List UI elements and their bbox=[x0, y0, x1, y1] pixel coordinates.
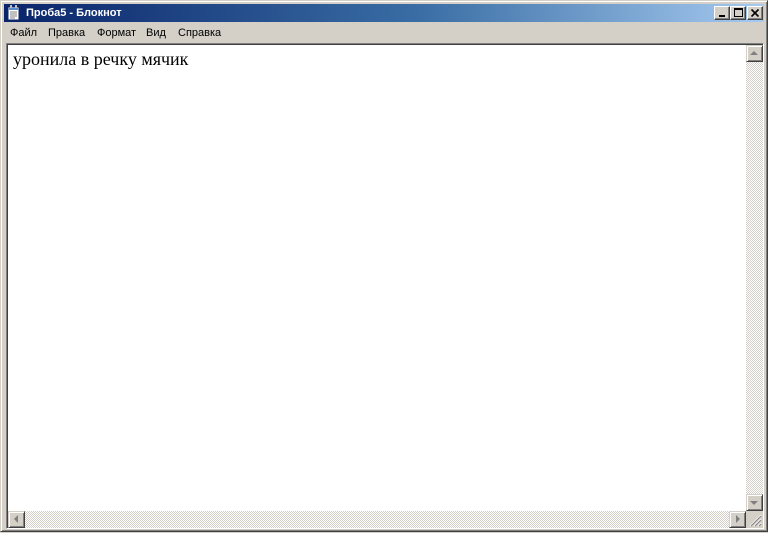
scroll-up-button[interactable] bbox=[746, 45, 763, 62]
scroll-down-button[interactable] bbox=[746, 494, 763, 511]
title-bar[interactable]: Проба5 - Блокнот bbox=[4, 4, 764, 22]
scroll-right-button[interactable] bbox=[729, 511, 746, 528]
editor-frame: уронила в речку мячик bbox=[6, 43, 764, 529]
menu-help[interactable]: Справка bbox=[178, 26, 221, 40]
size-grip-icon bbox=[749, 514, 762, 527]
arrow-left-icon bbox=[14, 515, 18, 523]
menu-bar: Файл Правка Формат Вид Справка bbox=[4, 23, 764, 42]
minimize-button[interactable] bbox=[714, 6, 730, 20]
arrow-up-icon bbox=[750, 51, 758, 55]
scroll-left-button[interactable] bbox=[8, 511, 25, 528]
maximize-icon bbox=[734, 8, 743, 17]
close-icon bbox=[750, 8, 760, 18]
notepad-icon[interactable] bbox=[7, 5, 21, 21]
arrow-right-icon bbox=[736, 515, 740, 523]
minimize-icon bbox=[719, 15, 725, 17]
vertical-scrollbar[interactable] bbox=[746, 45, 763, 511]
close-button[interactable] bbox=[747, 6, 763, 20]
menu-view[interactable]: Вид bbox=[146, 26, 166, 40]
editor: уронила в речку мячик bbox=[7, 44, 763, 528]
notepad-window: Проба5 - Блокнот Файл Правка Формат Вид … bbox=[0, 0, 768, 532]
menu-format[interactable]: Формат bbox=[97, 26, 136, 40]
horizontal-scrollbar[interactable] bbox=[8, 511, 746, 528]
window-title: Проба5 - Блокнот bbox=[26, 7, 122, 19]
document-text[interactable]: уронила в речку мячик bbox=[13, 48, 188, 70]
menu-edit[interactable]: Правка bbox=[48, 26, 85, 40]
arrow-down-icon bbox=[750, 501, 758, 505]
menu-file[interactable]: Файл bbox=[10, 26, 37, 40]
maximize-button[interactable] bbox=[730, 6, 746, 20]
size-grip[interactable] bbox=[746, 511, 763, 528]
text-editor[interactable]: уронила в речку мячик bbox=[8, 45, 746, 511]
